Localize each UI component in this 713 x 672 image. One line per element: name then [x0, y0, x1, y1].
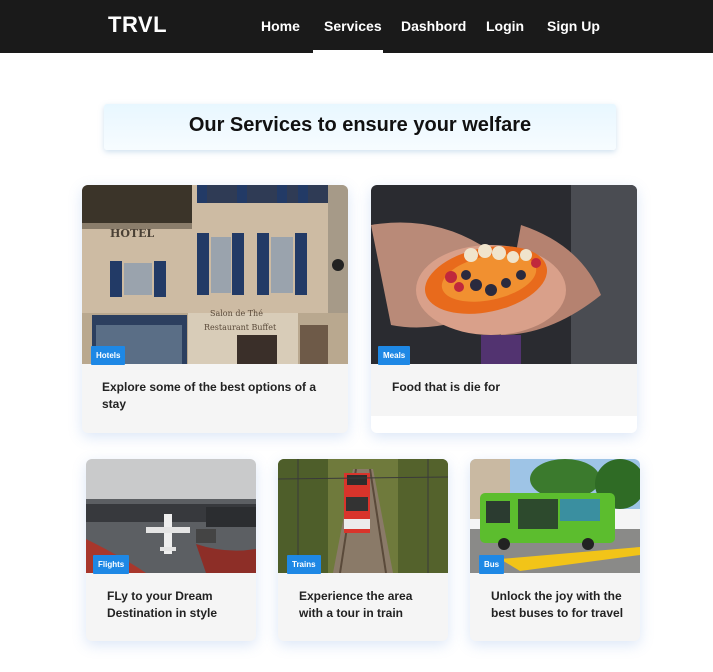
hotel-image: HOTEL Salon de Thé Restaurant Buffet [82, 185, 348, 364]
badge-trains: Trains [287, 555, 321, 574]
nav-dashboard[interactable]: Dashbord [401, 18, 466, 34]
svg-text:HOTEL: HOTEL [110, 227, 155, 240]
card-text-meals: Food that is die for [392, 380, 500, 394]
card-footer [371, 416, 637, 433]
nav-signup[interactable]: Sign Up [547, 18, 600, 34]
card-text-hotels: Explore some of the best options of a st… [102, 380, 317, 411]
service-card-flights[interactable]: Flights FLy to your Dream Destination in… [86, 459, 256, 641]
active-nav-indicator [313, 50, 383, 53]
meal-image [371, 185, 637, 364]
service-card-meals[interactable]: Meals Food that is die for [371, 185, 637, 433]
badge-hotels: Hotels [91, 346, 126, 365]
service-card-bus[interactable]: Bus Unlock the joy with the best buses t… [470, 459, 640, 641]
nav-login[interactable]: Login [486, 18, 524, 34]
svg-text:Salon de Thé: Salon de Thé [210, 309, 263, 318]
section-heading-box: Our Services to ensure your welfare [104, 104, 616, 150]
card-text-flights: FLy to your Dream Destination in style [107, 589, 218, 620]
badge-meals: Meals [378, 346, 411, 365]
svg-text:Restaurant Buffet: Restaurant Buffet [204, 323, 277, 332]
nav-home[interactable]: Home [261, 18, 300, 34]
top-navbar: TRVL Home Services Dashbord Login Sign U… [0, 0, 713, 53]
nav-services[interactable]: Services [324, 18, 382, 34]
brand-logo[interactable]: TRVL [108, 12, 167, 38]
badge-bus: Bus [479, 555, 505, 574]
service-card-trains[interactable]: Trains Experience the area with a tour i… [278, 459, 448, 641]
section-heading: Our Services to ensure your welfare [188, 114, 532, 136]
service-card-hotels[interactable]: HOTEL Salon de Thé Restaurant Buffet Hot… [82, 185, 348, 433]
card-text-bus: Unlock the joy with the best buses to fo… [491, 589, 624, 620]
card-text-trains: Experience the area with a tour in train [299, 589, 413, 620]
badge-flights: Flights [93, 555, 130, 574]
